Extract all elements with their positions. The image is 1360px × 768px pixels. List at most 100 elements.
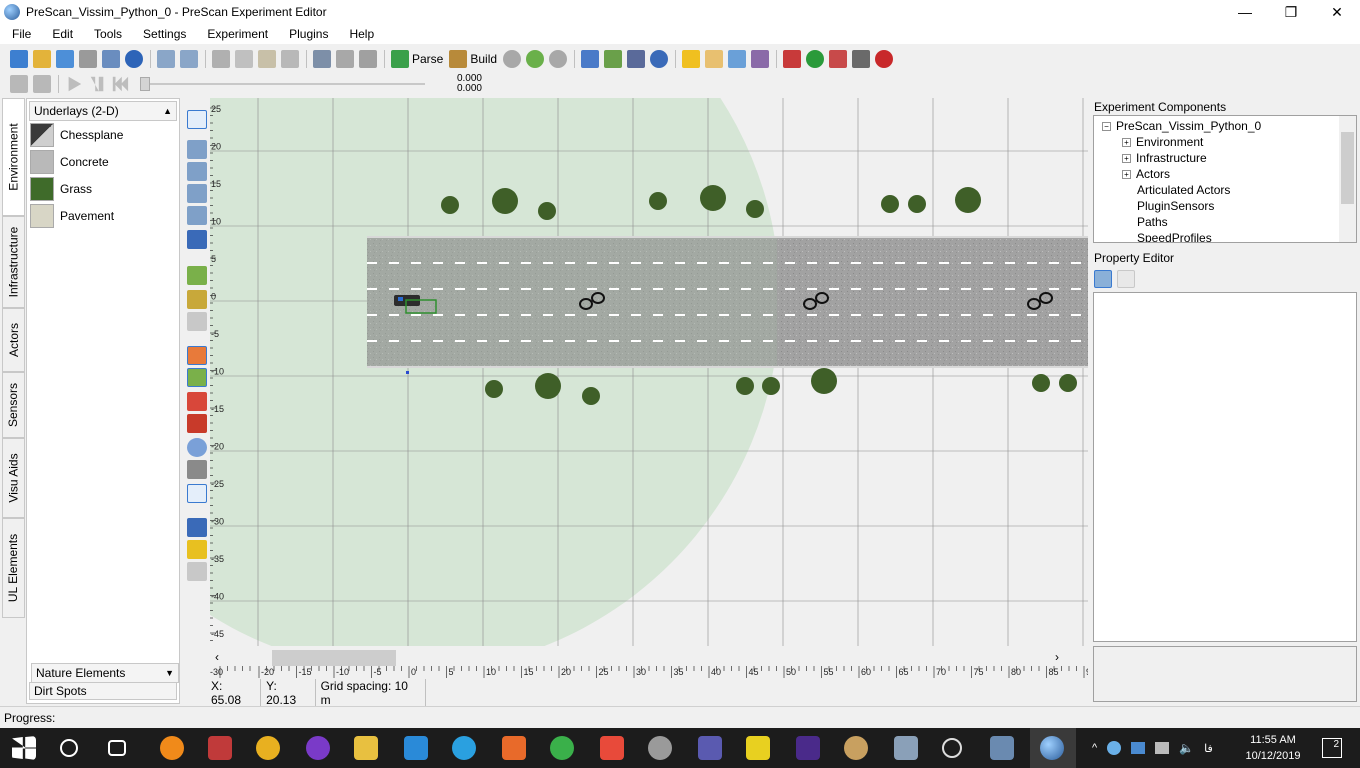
nature-elements-header[interactable]: Nature Elements ▼ (31, 663, 179, 683)
taskbar-app-icon[interactable] (550, 736, 574, 760)
menu-settings[interactable]: Settings (131, 27, 195, 41)
paste-icon[interactable] (258, 50, 276, 68)
underlay-item-chessplane[interactable]: Chessplane (27, 121, 179, 148)
help-icon[interactable] (125, 50, 143, 68)
time-slider[interactable] (140, 77, 430, 91)
sim-reset-icon[interactable] (33, 75, 51, 93)
bug-icon[interactable] (875, 50, 894, 68)
keyboard-icon[interactable] (627, 50, 646, 68)
taskbar-app-icon[interactable] (894, 736, 918, 760)
obs-icon[interactable] (942, 738, 962, 758)
file-explorer-icon[interactable] (354, 736, 378, 760)
expand-node-icon[interactable]: + (1122, 169, 1131, 179)
vscode-icon[interactable] (404, 736, 428, 760)
taskbar-app-icon[interactable] (600, 736, 624, 760)
tab-sensors[interactable]: Sensors (2, 372, 25, 438)
zoom-in-icon[interactable] (187, 162, 207, 181)
redo-icon[interactable] (180, 50, 198, 68)
menu-file[interactable]: File (0, 27, 40, 41)
chart-icon[interactable] (751, 50, 770, 68)
tree-item-infrastructure[interactable]: + Infrastructure (1122, 150, 1207, 166)
menu-experiment[interactable]: Experiment (195, 27, 277, 41)
camera-sensor-icon[interactable] (187, 346, 207, 365)
collapse-node-icon[interactable]: − (1102, 121, 1111, 131)
start-icon[interactable] (12, 736, 36, 760)
trigger-icon[interactable] (187, 414, 207, 433)
tray-chevron-icon[interactable]: ^ (1092, 742, 1097, 754)
path-tool-icon[interactable] (604, 50, 623, 68)
chrome-icon[interactable] (256, 736, 280, 760)
tree-scroll-thumb[interactable] (1341, 132, 1354, 204)
properties-icon[interactable] (336, 50, 354, 68)
play-icon[interactable] (68, 76, 82, 92)
taskbar-clock[interactable]: 11:55 AM 10/12/2019 (1240, 732, 1306, 764)
pause-icon[interactable] (90, 76, 104, 92)
cut-icon[interactable] (212, 50, 230, 68)
scroll-left-icon[interactable]: ‹ (210, 650, 224, 664)
regenerate-icon[interactable] (526, 50, 545, 68)
collapse-icon[interactable]: ▲ (163, 106, 172, 116)
numbering-icon[interactable] (187, 518, 207, 537)
underlays-header[interactable]: Underlays (2-D) ▲ (29, 101, 177, 121)
experiment-components-tree[interactable]: − PreScan_Vissim_Python_0 + Environment … (1093, 115, 1357, 243)
tab-visu-aids[interactable]: Visu Aids (2, 438, 25, 518)
minimize-button[interactable]: — (1222, 0, 1268, 24)
language-indicator[interactable]: فا (1204, 742, 1213, 755)
draw-path-icon[interactable] (187, 266, 207, 285)
tab-environment[interactable]: Environment (2, 98, 25, 216)
zoom-fit-icon[interactable] (187, 206, 207, 225)
open-recent-icon[interactable] (56, 50, 74, 68)
cloud-icon[interactable] (728, 50, 747, 68)
zoom-out-icon[interactable] (187, 184, 207, 203)
experiment-canvas[interactable]: 25 20 15 10 5 0 -5 -10 -15 -20 -25 -30 -35 -40 -45 (210, 98, 1088, 646)
search-icon[interactable] (60, 739, 78, 757)
notifications-icon[interactable]: 2 (1322, 738, 1342, 758)
property-grid[interactable] (1093, 292, 1357, 642)
save-icon[interactable] (79, 50, 97, 68)
edit-icon[interactable] (359, 50, 377, 68)
zoom-window-icon[interactable] (187, 140, 207, 159)
taskbar-app-icon[interactable] (160, 736, 184, 760)
tree-item-articulated-actors[interactable]: Articulated Actors (1137, 182, 1230, 198)
weather-icon[interactable] (705, 50, 724, 68)
pointer-icon[interactable] (187, 110, 207, 129)
measure-icon[interactable] (187, 484, 207, 503)
taskbar-app-icon[interactable] (648, 736, 672, 760)
tree-item-actors[interactable]: + Actors (1122, 166, 1170, 182)
delete-icon[interactable] (281, 50, 299, 68)
taskbar-app-icon[interactable] (698, 736, 722, 760)
prescan-taskbar-icon[interactable] (1040, 736, 1064, 760)
tree-root[interactable]: − PreScan_Vissim_Python_0 (1102, 118, 1261, 134)
telegram-icon[interactable] (452, 736, 476, 760)
tree-item-paths[interactable]: Paths (1137, 214, 1168, 230)
horizontal-scrollbar[interactable]: ‹ › (210, 648, 1064, 666)
taskbar-app-icon[interactable] (990, 736, 1014, 760)
road-icon[interactable] (187, 460, 207, 479)
dirt-spots-header[interactable]: Dirt Spots (29, 682, 177, 700)
taskbar-app-icon[interactable] (306, 736, 330, 760)
underlay-item-pavement[interactable]: Pavement (27, 202, 179, 229)
label-icon[interactable] (187, 540, 207, 559)
printer-icon[interactable] (852, 50, 871, 68)
taskbar-app-icon[interactable] (796, 736, 820, 760)
star-icon[interactable] (682, 50, 701, 68)
copy-icon[interactable] (235, 50, 253, 68)
undo-icon[interactable] (157, 50, 175, 68)
save-as-icon[interactable] (102, 50, 120, 68)
matlab-icon[interactable] (502, 736, 526, 760)
parse-button[interactable]: Parse (391, 50, 443, 68)
tree-item-environment[interactable]: + Environment (1122, 134, 1203, 150)
expand-node-icon[interactable]: + (1122, 153, 1131, 163)
select-all-icon[interactable] (313, 50, 331, 68)
new-icon[interactable] (10, 50, 28, 68)
tab-infrastructure[interactable]: Infrastructure (2, 216, 25, 308)
tray-app-icon[interactable] (1107, 741, 1122, 755)
lidar-sensor-icon[interactable] (187, 392, 207, 411)
time-slider-thumb[interactable] (140, 77, 150, 91)
sim-settings-icon[interactable] (10, 75, 28, 93)
open-icon[interactable] (33, 50, 51, 68)
taskbar-app-icon[interactable] (208, 736, 232, 760)
curve-path-icon[interactable] (187, 290, 207, 309)
canvas-svg[interactable]: 25 20 15 10 5 0 -5 -10 -15 -20 -25 -30 -35 -40 -45 (210, 98, 1088, 646)
globe-icon[interactable] (650, 50, 669, 68)
